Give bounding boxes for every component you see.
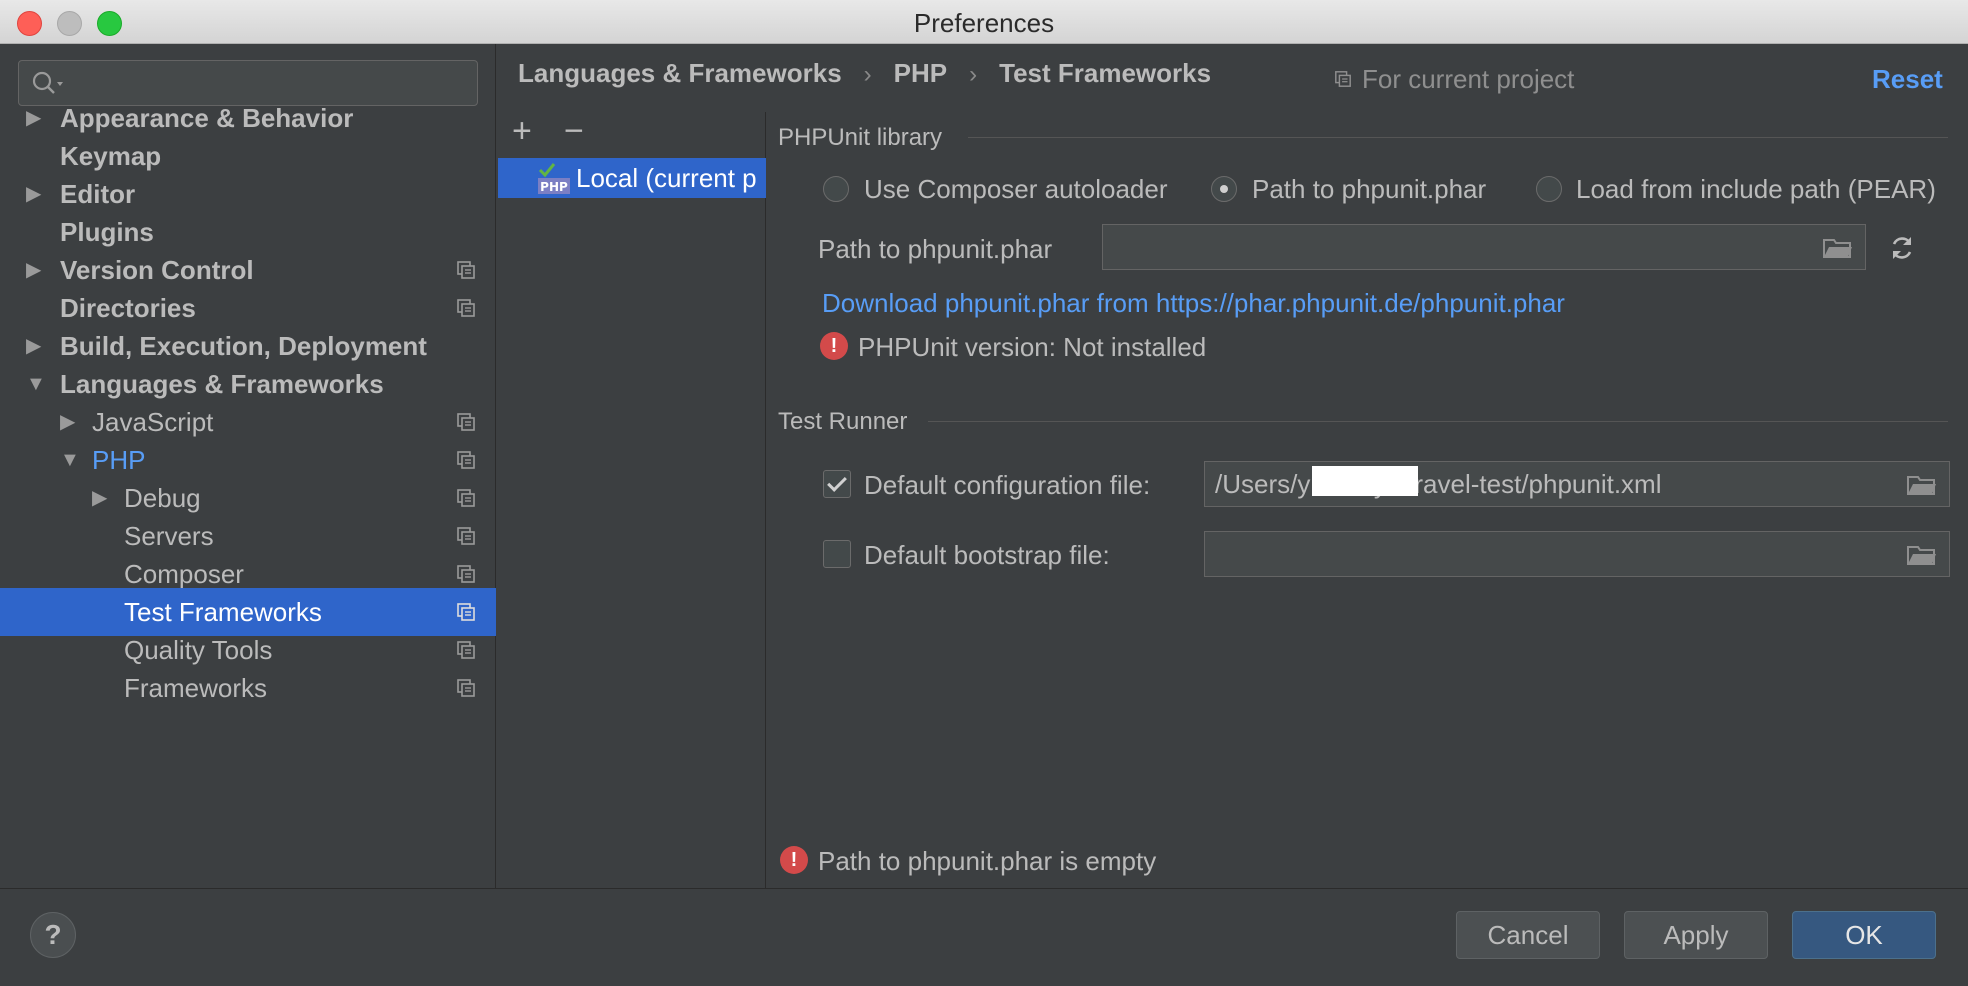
project-scope-icon [457,261,475,279]
ok-button[interactable]: OK [1792,911,1936,959]
group-divider [968,137,1948,138]
breadcrumb-item[interactable]: Languages & Frameworks [518,58,842,89]
dialog-footer: ? Cancel Apply OK [0,888,1968,986]
phpunit-version-status: PHPUnit version: Not installed [858,332,1207,362]
path-to-phpunit-phar-radio[interactable] [1211,176,1237,202]
remove-button[interactable]: − [564,114,584,148]
path-to-phpunit-phar-option-label[interactable]: Path to phpunit.phar [1252,174,1486,205]
sidebar-item-frameworks[interactable]: Frameworks [0,664,496,712]
default-config-file-label[interactable]: Default configuration file: [864,470,1150,501]
settings-sidebar: ▶ Appearance & Behavior Keymap ▶ Editor … [0,44,496,888]
phpunit-phar-path-input[interactable] [1102,224,1866,270]
breadcrumb: Languages & Frameworks › PHP › Test Framewor… [518,58,1211,98]
default-bootstrap-file-label[interactable]: Default bootstrap file: [864,540,1110,571]
use-composer-autoloader-label[interactable]: Use Composer autoloader [864,174,1168,205]
default-bootstrap-file-checkbox[interactable] [823,540,851,568]
breadcrumb-separator: › [863,61,872,88]
phpunit-library-group-title: PHPUnit library [778,124,943,151]
path-to-phpunit-phar-label: Path to phpunit.phar [818,234,1053,264]
cancel-button[interactable]: Cancel [1456,911,1600,959]
breadcrumb-item: Test Frameworks [999,58,1212,88]
project-scope-icon [1335,71,1351,87]
group-divider [928,421,1948,422]
list-item-label: Local (current p [576,163,757,193]
project-scope-icon [457,641,475,659]
validation-error-message: Path to phpunit.phar is empty [818,846,1157,876]
error-icon: ! [780,846,808,874]
project-scope-icon [457,451,475,469]
refresh-icon[interactable] [1888,234,1916,262]
help-button[interactable]: ? [30,912,76,958]
for-current-project-label: For current project [1362,64,1575,94]
svg-text:PHP: PHP [540,180,568,194]
project-scope-icon [457,679,475,697]
load-from-include-path-label[interactable]: Load from include path (PEAR) [1576,174,1936,205]
window-title: Preferences [913,8,1055,38]
search-icon [32,71,63,94]
use-composer-autoloader-radio[interactable] [823,176,849,202]
folder-icon[interactable] [1907,473,1937,497]
project-scope-icon [457,565,475,583]
folder-icon[interactable] [1907,543,1937,567]
redacted-region [1312,466,1418,496]
configuration-list-panel: + − PHP Local (current p [498,112,766,888]
list-item[interactable]: PHP Local (current p [498,158,766,198]
error-icon: ! [820,332,848,360]
download-phpunit-link[interactable]: Download phpunit.phar from https://phar.… [822,288,1565,319]
breadcrumb-separator: › [969,61,978,88]
test-runner-group-title: Test Runner [778,408,908,435]
project-scope-icon [457,489,475,507]
sidebar-item-label: Frameworks [124,673,268,703]
php-icon: PHP [538,163,570,194]
reset-link[interactable]: Reset [1872,64,1943,95]
breadcrumb-item[interactable]: PHP [894,58,947,89]
project-scope-icon [457,299,475,317]
add-button[interactable]: + [512,114,532,148]
project-scope-icon [457,603,475,621]
default-config-file-checkbox[interactable] [823,470,851,498]
title-bar: Preferences [0,0,1968,44]
load-from-include-path-radio[interactable] [1536,176,1562,202]
folder-icon[interactable] [1823,236,1853,260]
apply-button[interactable]: Apply [1624,911,1768,959]
project-scope-icon [457,413,475,431]
default-bootstrap-file-input[interactable] [1204,531,1950,577]
project-scope-icon [457,527,475,545]
